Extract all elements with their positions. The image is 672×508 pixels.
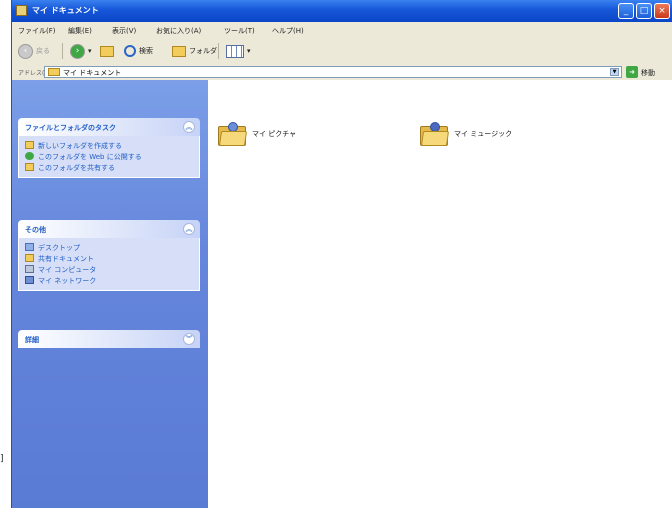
other-places-panel: その他 ︽ デスクトップ 共有ドキュメント マイ コンピュータ マイ ネットワー… [18,220,200,291]
menu-bar: ファイル(F) 編集(E) 表示(V) お気に入り(A) ツール(T) ヘルプ(… [12,22,672,39]
pictures-folder-icon [218,122,248,146]
search-button[interactable]: 検索 [124,43,153,59]
folders-button[interactable]: フォルダ [172,43,217,59]
toolbar-separator [218,43,219,59]
other-places-body: デスクトップ 共有ドキュメント マイ コンピュータ マイ ネットワーク [18,238,200,291]
task-new-folder[interactable]: 新しいフォルダを作成する [19,140,199,151]
new-folder-icon [25,141,34,149]
place-shared-documents[interactable]: 共有ドキュメント [19,253,199,264]
folder-icon [16,5,27,16]
task-publish-web[interactable]: このフォルダを Web に公開する [19,151,199,162]
shared-folder-icon [25,254,34,262]
menu-view[interactable]: 表示(V) [112,26,136,36]
folders-label: フォルダ [189,47,217,55]
close-button[interactable]: × [654,3,670,19]
details-title: 詳細 [25,336,39,344]
other-places-header[interactable]: その他 ︽ [18,220,200,238]
menu-tools[interactable]: ツール(T) [224,26,255,36]
up-folder-icon [100,45,114,57]
other-places-title: その他 [25,226,46,234]
desktop-icon [25,243,34,251]
task-label: このフォルダを共有する [38,164,115,172]
place-desktop[interactable]: デスクトップ [19,242,199,253]
task-pane: ファイルとフォルダのタスク ︽ 新しいフォルダを作成する このフォルダを Web… [12,80,208,508]
maximize-button[interactable]: □ [636,3,652,19]
address-dropdown-button[interactable]: ▼ [610,68,619,76]
views-icon [226,44,244,58]
forward-button[interactable]: › ▾ [70,43,92,59]
gutter-mark: ] [0,454,4,464]
back-button[interactable]: ‹ 戻る [18,43,50,59]
file-tasks-title: ファイルとフォルダのタスク [25,124,116,132]
address-bar: アドレス(D) マイ ドキュメント ▼ ➜ 移動 [12,64,672,81]
window-title: マイ ドキュメント [32,6,99,15]
folder-item-music[interactable]: マイ ミュージック [420,122,512,146]
back-label: 戻る [36,47,50,55]
menu-file[interactable]: ファイル(F) [18,26,56,36]
file-list: マイ ピクチャ マイ ミュージック [208,80,672,508]
go-arrow-icon[interactable]: ➜ [626,66,638,78]
file-tasks-header[interactable]: ファイルとフォルダのタスク ︽ [18,118,200,136]
place-my-network[interactable]: マイ ネットワーク [19,275,199,286]
dropdown-icon: ▾ [88,47,92,55]
search-label: 検索 [139,47,153,55]
place-label: 共有ドキュメント [38,255,94,263]
folders-icon [172,45,186,57]
title-bar[interactable]: マイ ドキュメント _ □ × [12,0,672,22]
dropdown-icon: ▾ [247,47,251,55]
task-share-folder[interactable]: このフォルダを共有する [19,162,199,173]
go-button-label[interactable]: 移動 [641,68,655,78]
folder-label: マイ ミュージック [454,130,513,138]
place-my-computer[interactable]: マイ コンピュータ [19,264,199,275]
share-folder-icon [25,163,34,171]
collapse-chevron-icon[interactable]: ︽ [183,121,195,133]
forward-arrow-icon: › [70,43,85,59]
details-panel: 詳細 ︾ [18,330,200,348]
file-tasks-body: 新しいフォルダを作成する このフォルダを Web に公開する このフォルダを共有… [18,136,200,178]
music-folder-icon [420,122,450,146]
file-tasks-panel: ファイルとフォルダのタスク ︽ 新しいフォルダを作成する このフォルダを Web… [18,118,200,178]
place-label: マイ ネットワーク [38,277,97,285]
details-header[interactable]: 詳細 ︾ [18,330,200,348]
back-arrow-icon: ‹ [18,43,33,59]
menu-edit[interactable]: 編集(E) [68,26,92,36]
menu-favorites[interactable]: お気に入り(A) [156,26,201,36]
folder-item-pictures[interactable]: マイ ピクチャ [218,122,296,146]
web-publish-icon [25,152,34,160]
folder-label: マイ ピクチャ [252,130,297,138]
close-icon: × [658,6,666,16]
search-icon [124,45,136,57]
task-label: このフォルダを Web に公開する [38,153,142,161]
left-gutter: ] [0,0,10,508]
toolbar-separator [62,43,63,59]
task-label: 新しいフォルダを作成する [38,142,122,150]
expand-chevron-icon[interactable]: ︾ [183,333,195,345]
views-button[interactable]: ▾ [226,43,251,59]
minimize-button[interactable]: _ [618,3,634,19]
minimize-icon: _ [623,6,629,16]
explorer-window: マイ ドキュメント _ □ × ファイル(F) 編集(E) 表示(V) お気に入… [11,0,672,508]
place-label: デスクトップ [38,244,80,252]
folder-icon [48,68,60,76]
place-label: マイ コンピュータ [38,266,97,274]
computer-icon [25,265,34,273]
maximize-icon: □ [639,6,649,16]
address-input[interactable]: マイ ドキュメント ▼ [44,66,622,78]
up-folder-button[interactable] [100,43,114,59]
address-value: マイ ドキュメント [63,69,122,77]
collapse-chevron-icon[interactable]: ︽ [183,223,195,235]
menu-help[interactable]: ヘルプ(H) [272,26,304,36]
network-icon [25,276,34,284]
toolbar: ‹ 戻る › ▾ 検索 フォルダ ▾ [12,38,672,65]
